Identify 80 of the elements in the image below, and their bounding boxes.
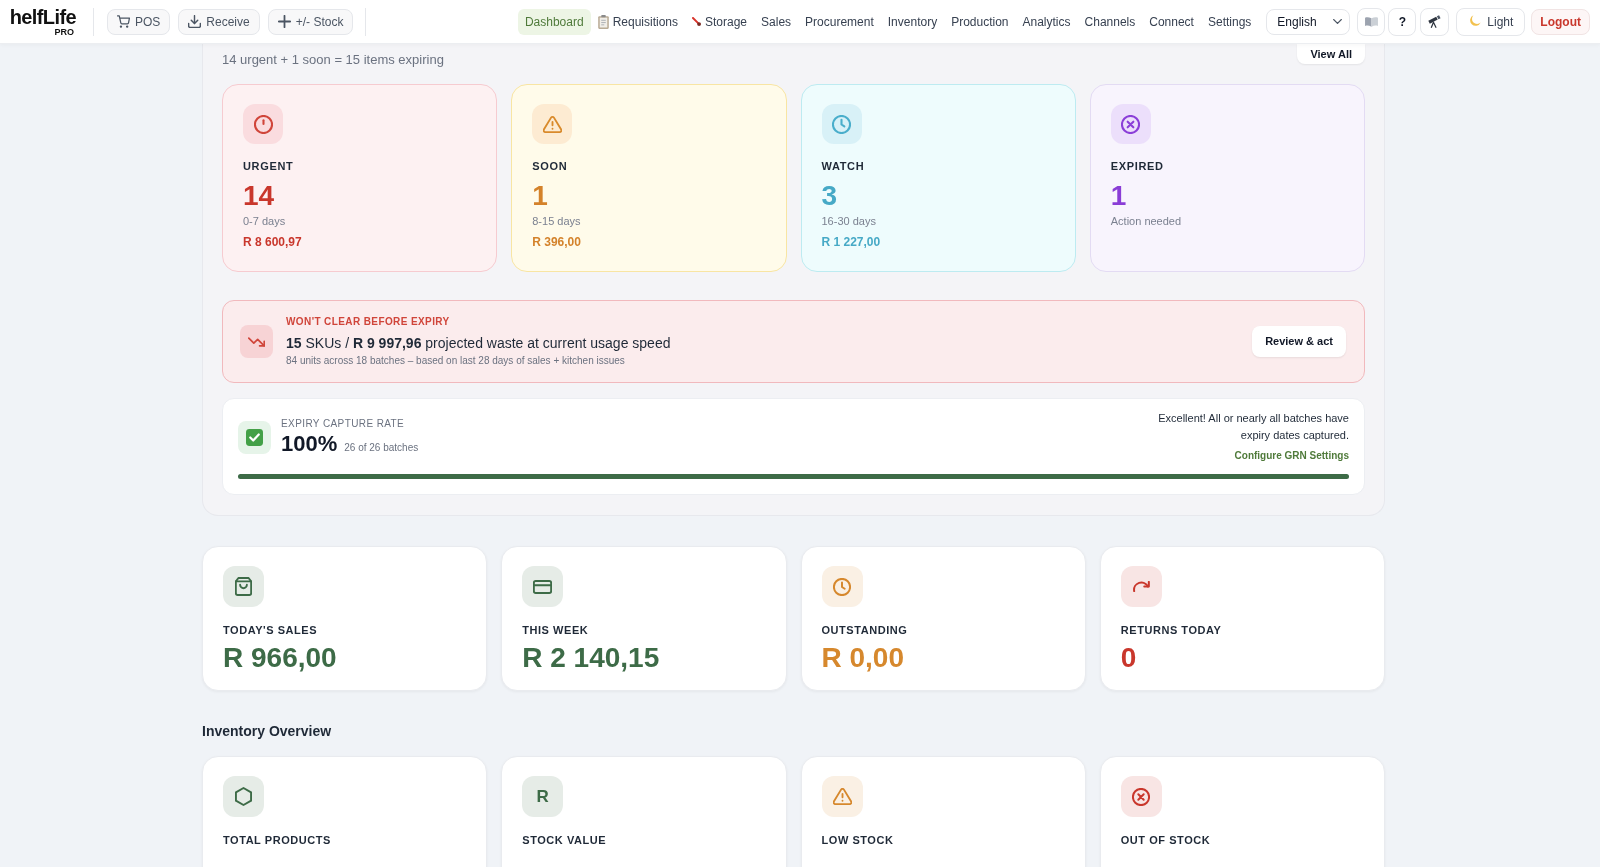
expiry-count: 1 xyxy=(532,180,548,212)
nav-link[interactable]: Settings xyxy=(1200,8,1259,35)
telescope-icon xyxy=(1428,15,1442,28)
stat-label: STOCK VALUE xyxy=(522,833,607,848)
nav-link[interactable]: Procurement xyxy=(798,8,881,35)
warning-icon xyxy=(532,104,573,144)
stat-value: R 0,00 xyxy=(821,642,904,674)
stat-label: LOW STOCK xyxy=(821,833,894,848)
pos-button[interactable]: POS xyxy=(107,8,171,35)
card-label: SOON xyxy=(532,159,568,174)
brand-edition: PRO xyxy=(54,27,75,37)
card-note: 8-15 days xyxy=(532,214,581,229)
nav-link[interactable]: Production xyxy=(944,8,1016,35)
stat-label: OUTSTANDING xyxy=(821,623,908,638)
currency-symbol: R xyxy=(522,776,564,817)
stat-label: THIS WEEK xyxy=(522,623,589,638)
card-note: Action needed xyxy=(1110,214,1182,229)
alert-title: WON'T CLEAR BEFORE EXPIRY xyxy=(286,315,451,329)
card-label: WATCH xyxy=(821,159,865,174)
clock-icon xyxy=(821,104,862,144)
expiry-count: 1 xyxy=(1110,180,1127,212)
card-label: URGENT xyxy=(243,159,294,174)
expiry-value: R 396,00 xyxy=(532,234,581,250)
logout-button[interactable]: Logout xyxy=(1531,8,1590,35)
stat-label: TOTAL PRODUCTS xyxy=(223,833,331,848)
hexagon-icon xyxy=(223,776,264,817)
stock-adjust-button[interactable]: +/- Stock xyxy=(267,8,354,35)
alert-detail: 84 units across 18 batches – based on last 28 days of sales + kitchen issues xyxy=(286,354,626,368)
view-all-button[interactable]: View All xyxy=(1297,44,1365,64)
cart-icon xyxy=(117,15,130,28)
download-icon xyxy=(188,15,202,28)
expiry-count: 14 xyxy=(243,180,275,212)
section-title: Inventory Overview xyxy=(202,722,333,741)
telescope-button[interactable] xyxy=(1420,7,1450,36)
nav-link[interactable]: Sales xyxy=(754,8,799,35)
capture-message: Excellent! All or nearly all batches have expiry dates captured. xyxy=(1157,411,1349,443)
expiry-value: R 8 600,97 xyxy=(243,234,302,250)
nav-link[interactable]: Storage xyxy=(685,8,755,35)
stat-value: 0 xyxy=(1120,642,1137,674)
capture-title: EXPIRY CAPTURE RATE xyxy=(281,417,406,431)
checkbox-icon xyxy=(238,420,271,454)
nav-link[interactable]: Analytics xyxy=(1015,8,1078,35)
alert-message: 15 SKUs / R 9 997,96 projected waste at current usage speed xyxy=(286,334,671,352)
nav-link[interactable]: Inventory xyxy=(880,8,945,35)
help-button[interactable]: ? xyxy=(1388,7,1417,36)
language-select[interactable]: English xyxy=(1266,8,1351,35)
configure-grn-link[interactable]: Configure GRN Settings xyxy=(1234,449,1349,463)
expiry-summary: 14 urgent + 1 soon = 15 items expiring xyxy=(222,51,444,69)
capture-value: 100% xyxy=(281,431,338,457)
receive-button[interactable]: Receive xyxy=(178,8,260,35)
shopping-bag-icon xyxy=(223,566,264,607)
plus-icon xyxy=(277,15,291,28)
card-note: 0-7 days xyxy=(243,214,286,229)
trend-down-icon xyxy=(240,325,273,358)
nav-link[interactable]: Connect xyxy=(1142,8,1201,35)
credit-card-icon xyxy=(522,566,564,607)
moon-icon xyxy=(1468,15,1482,28)
redo-arrow-icon xyxy=(1120,566,1162,607)
expiry-count: 3 xyxy=(821,180,838,212)
capture-detail: 26 of 26 batches xyxy=(344,441,419,455)
stat-label: TODAY'S SALES xyxy=(223,623,318,638)
clipboard-icon xyxy=(597,14,609,29)
stat-value: R 966,00 xyxy=(223,642,337,674)
thermometer-icon xyxy=(692,17,701,26)
theme-toggle-button[interactable]: Light xyxy=(1456,7,1526,36)
card-label: EXPIRED xyxy=(1110,159,1164,174)
nav-link[interactable]: Dashboard xyxy=(517,8,591,35)
nav-link[interactable]: Requisitions xyxy=(590,8,685,35)
card-note: 16-30 days xyxy=(821,214,876,229)
book-icon xyxy=(1364,16,1378,27)
stat-label: RETURNS TODAY xyxy=(1120,623,1222,638)
warning-icon xyxy=(821,776,863,817)
brand-name: helfLife xyxy=(9,7,76,27)
review-button[interactable]: Review & act xyxy=(1252,326,1346,357)
expiry-value: R 1 227,00 xyxy=(821,234,881,250)
stat-label: OUT OF STOCK xyxy=(1120,833,1211,848)
nav-link[interactable]: Channels xyxy=(1077,8,1143,35)
stat-value: R 2 140,15 xyxy=(522,642,660,674)
clock-icon xyxy=(821,566,863,607)
chevron-down-icon xyxy=(1333,19,1343,24)
